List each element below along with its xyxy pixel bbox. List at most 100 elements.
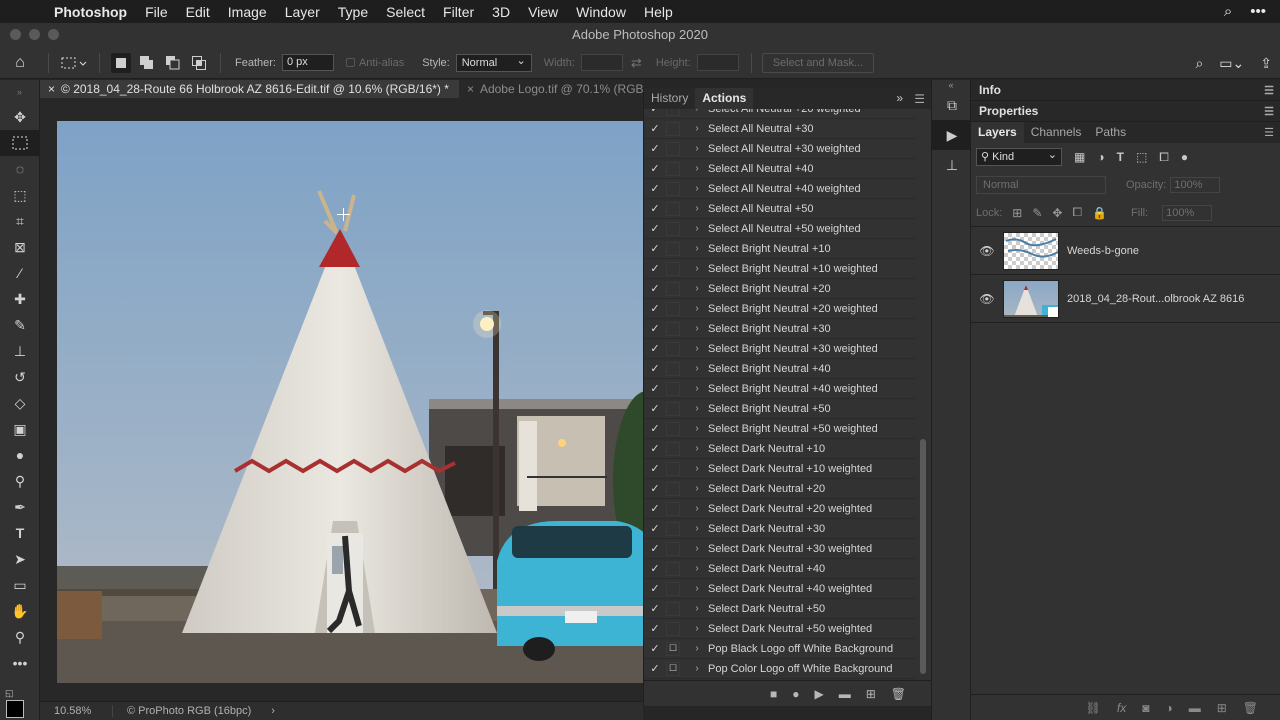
list-item[interactable]: ✓ › Select Bright Neutral +10 weighted [644, 259, 916, 279]
chevron-right-icon[interactable]: › [690, 583, 704, 594]
eyedropper-tool-icon[interactable]: ⁄ [0, 260, 40, 286]
chevron-right-icon[interactable]: › [690, 123, 704, 134]
stop-icon[interactable]: ■ [770, 687, 777, 701]
history-brush-tool-icon[interactable]: ↺ [0, 364, 40, 390]
toggle-dialog-icon[interactable] [666, 241, 680, 256]
toggle-item-check-icon[interactable]: ✓ [644, 582, 666, 595]
list-item[interactable]: ✓ › Select Bright Neutral +10 [644, 239, 916, 259]
move-tool-icon[interactable]: ✥ [0, 104, 40, 130]
toggle-item-check-icon[interactable]: ✓ [644, 642, 666, 655]
toggle-dialog-icon[interactable] [666, 261, 680, 276]
toggle-item-check-icon[interactable]: ✓ [644, 402, 666, 415]
delete-layer-icon[interactable]: 🗑 [1243, 701, 1258, 715]
clone-stamp-tool-icon[interactable]: ⊥ [0, 338, 40, 364]
toggle-item-check-icon[interactable]: ✓ [644, 302, 666, 315]
list-item[interactable]: ✓ › Select Bright Neutral +30 [644, 319, 916, 339]
toggle-item-check-icon[interactable]: ✓ [644, 622, 666, 635]
tab-adobe-logo-document[interactable]: × Adobe Logo.tif @ 70.1% (RGB [459, 80, 643, 98]
canvas-area[interactable] [40, 98, 643, 701]
list-item[interactable]: ✓ › Select Bright Neutral +30 weighted [644, 339, 916, 359]
list-item[interactable]: ✓ › Select All Neutral +20 weighted [644, 109, 916, 119]
menu-window[interactable]: Window [567, 4, 635, 20]
toggle-dialog-icon[interactable] [666, 201, 680, 216]
toggle-dialog-icon[interactable] [666, 561, 680, 576]
share-icon[interactable]: ⇪ [1260, 55, 1272, 72]
list-item[interactable]: ✓ › Select Bright Neutral +20 [644, 279, 916, 299]
chevron-right-icon[interactable]: › [690, 283, 704, 294]
chevron-right-icon[interactable]: › [690, 623, 704, 634]
toggle-dialog-icon[interactable] [666, 421, 680, 436]
intersect-selection-button[interactable] [189, 53, 209, 73]
new-layer-icon[interactable]: ⊞ [1217, 701, 1227, 715]
chevron-right-icon[interactable]: › [690, 543, 704, 554]
toggle-item-check-icon[interactable]: ✓ [644, 262, 666, 275]
toggle-dialog-icon[interactable] [666, 461, 680, 476]
chevron-right-icon[interactable]: › [690, 223, 704, 234]
list-item[interactable]: ✓ › Select All Neutral +50 [644, 199, 916, 219]
shape-filter-icon[interactable]: ⬚ [1136, 150, 1147, 164]
list-item[interactable]: ✓ › Select All Neutral +50 weighted [644, 219, 916, 239]
list-item[interactable]: ✓ › Select Dark Neutral +50 weighted [644, 619, 916, 639]
toggle-dialog-icon[interactable] [666, 161, 680, 176]
list-item[interactable]: ✓ › Select All Neutral +40 weighted [644, 179, 916, 199]
list-item[interactable]: ✓ › Select Bright Neutral +40 weighted [644, 379, 916, 399]
adjustment-filter-icon[interactable]: ◑ [1097, 150, 1104, 164]
layer-style-icon[interactable]: fx [1117, 701, 1126, 715]
tool-preset-picker[interactable] [57, 53, 91, 73]
toggle-item-check-icon[interactable]: ✓ [644, 422, 666, 435]
rectangular-marquee-tool-icon[interactable] [0, 130, 40, 156]
info-panel-header[interactable]: Info ☰ [971, 80, 1280, 101]
toggle-dialog-icon[interactable] [666, 381, 680, 396]
toggle-dialog-icon[interactable] [666, 281, 680, 296]
toggle-item-check-icon[interactable]: ✓ [644, 522, 666, 535]
layer-kind-select[interactable]: ⚲ Kind [976, 147, 1062, 166]
tab-history[interactable]: History [644, 88, 695, 109]
toggle-item-check-icon[interactable]: ✓ [644, 282, 666, 295]
toggle-dialog-icon[interactable] [666, 121, 680, 136]
chevron-right-icon[interactable]: › [690, 343, 704, 354]
crop-tool-icon[interactable]: ⌗ [0, 208, 40, 234]
toggle-dialog-icon[interactable]: ☐ [666, 641, 680, 656]
new-selection-button[interactable] [111, 52, 131, 73]
subtract-selection-button[interactable] [163, 53, 183, 73]
lock-artboard-icon[interactable]: ⧠ [1072, 205, 1082, 220]
record-icon[interactable]: ● [792, 687, 799, 701]
toggle-dialog-icon[interactable] [666, 401, 680, 416]
toggle-item-check-icon[interactable]: ✓ [644, 462, 666, 475]
expand-panels-icon[interactable]: « [932, 80, 970, 90]
chevron-right-icon[interactable]: › [690, 163, 704, 174]
toggle-dialog-icon[interactable] [666, 501, 680, 516]
toggle-item-check-icon[interactable]: ✓ [644, 602, 666, 615]
toggle-item-check-icon[interactable]: ✓ [644, 502, 666, 515]
path-selection-tool-icon[interactable]: ➤ [0, 546, 40, 572]
lock-image-icon[interactable]: ✎ [1032, 206, 1042, 220]
toggle-item-check-icon[interactable]: ✓ [644, 162, 666, 175]
more-menu-icon[interactable]: ••• [1250, 3, 1266, 20]
frame-tool-icon[interactable]: ⊠ [0, 234, 40, 260]
toggle-item-check-icon[interactable]: ✓ [644, 342, 666, 355]
menu-filter[interactable]: Filter [434, 4, 483, 20]
toggle-item-check-icon[interactable]: ✓ [644, 242, 666, 255]
zoom-window-button[interactable] [48, 29, 59, 40]
menu-file[interactable]: File [136, 4, 177, 20]
feather-input[interactable]: 0 px [281, 54, 334, 71]
workspace-icon[interactable]: ▭⌄ [1219, 55, 1244, 72]
rectangle-tool-icon[interactable]: ▭ [0, 572, 40, 598]
lock-transparency-icon[interactable]: ⊞ [1012, 206, 1022, 220]
folder-icon[interactable]: ▬ [839, 687, 851, 701]
properties-panel-header[interactable]: Properties ☰ [971, 101, 1280, 122]
chevron-right-icon[interactable]: › [690, 603, 704, 614]
eraser-tool-icon[interactable]: ◇ [0, 390, 40, 416]
toggle-dialog-icon[interactable] [666, 301, 680, 316]
lock-all-icon[interactable]: 🔒 [1092, 206, 1107, 220]
menu-image[interactable]: Image [219, 4, 276, 20]
toggle-item-check-icon[interactable]: ✓ [644, 142, 666, 155]
layer-name[interactable]: 2018_04_28-Rout...olbrook AZ 8616 [1067, 293, 1244, 305]
list-item[interactable]: ✓ › Select Dark Neutral +10 weighted [644, 459, 916, 479]
chevron-right-icon[interactable]: › [690, 523, 704, 534]
eye-icon[interactable]: 👁 [971, 292, 1003, 306]
edit-toolbar-icon[interactable]: ••• [0, 650, 40, 676]
list-item[interactable]: ✓ › Select Bright Neutral +20 weighted [644, 299, 916, 319]
list-item[interactable]: ✓ › Select Dark Neutral +30 weighted [644, 539, 916, 559]
chevron-right-icon[interactable]: › [690, 363, 704, 374]
